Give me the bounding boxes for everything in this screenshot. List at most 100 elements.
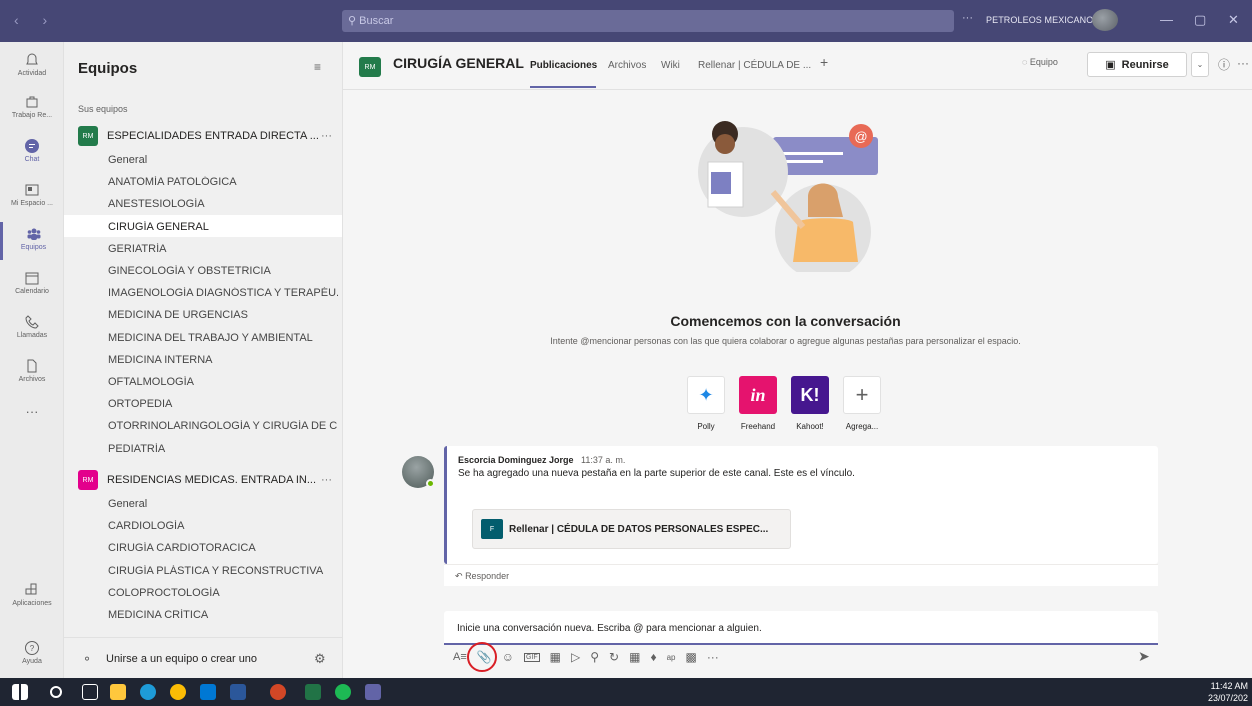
channel-item[interactable]: MEDICINA INTERNA — [108, 354, 338, 366]
rail-item-trabajo[interactable]: Trabajo Re... — [0, 94, 64, 119]
info-icon[interactable]: ⓘ — [1218, 56, 1230, 73]
search-icon[interactable] — [50, 686, 62, 698]
more-icon[interactable]: ··· — [707, 650, 719, 664]
add-tab-icon[interactable]: + — [820, 54, 828, 70]
tab-wiki[interactable]: Wiki — [661, 60, 680, 71]
more-icon[interactable]: ··· — [1237, 56, 1249, 70]
spotify-icon[interactable] — [335, 684, 351, 700]
chevron-down-icon[interactable]: ⌄ — [1191, 52, 1209, 77]
task-view-icon[interactable] — [82, 684, 98, 700]
gif-icon[interactable]: GIF — [523, 652, 540, 662]
card-label: Rellenar | CÉDULA DE DATOS PERSONALES ES… — [509, 523, 769, 535]
rail-item-ayuda[interactable]: ? Ayuda — [0, 640, 64, 665]
edge-icon[interactable] — [140, 684, 156, 700]
reply-button[interactable]: ↶ Responder — [444, 564, 1158, 586]
app-freehand[interactable]: in Freehand — [738, 376, 778, 431]
channel-item[interactable]: ORTOPEDIA — [108, 398, 338, 410]
channel-item[interactable]: MEDICINA CRÍTICA — [108, 609, 338, 621]
rail-label: Trabajo Re... — [11, 112, 53, 119]
meet-button[interactable]: ▣ Reunirse — [1087, 52, 1187, 77]
forms-small-icon[interactable]: ▩ — [685, 650, 696, 664]
kahoot-icon: K! — [791, 376, 829, 414]
loop-icon[interactable]: ↻ — [609, 650, 619, 664]
powerpoint-icon[interactable] — [270, 684, 286, 700]
rail-item-mi-espacio[interactable]: Mi Espacio ... — [0, 182, 64, 207]
channel-item[interactable]: CARDIOLOGÍA — [108, 520, 338, 532]
channel-item[interactable]: ANATOMÍA PATOLÓGICA — [108, 176, 338, 188]
channel-item[interactable]: GERIATRÍA — [108, 243, 338, 255]
clock[interactable]: 11:42 AM 23/07/202 — [1208, 680, 1248, 704]
avatar[interactable] — [1092, 9, 1118, 31]
tab-publicaciones[interactable]: Publicaciones — [530, 60, 597, 71]
channel-item[interactable]: MEDICINA DEL TRABAJO Y AMBIENTAL — [108, 332, 338, 344]
channel-item[interactable]: CIRUGÍA PLÁSTICA Y RECONSTRUCTIVA — [108, 565, 338, 577]
more-icon[interactable]: ··· — [962, 12, 973, 24]
format-icon[interactable]: A≡ — [453, 651, 467, 663]
tab-rellenar[interactable]: Rellenar | CÉDULA DE ... — [698, 60, 811, 71]
meet-now-icon[interactable]: ▷ — [571, 650, 580, 664]
channel-item[interactable]: CIRUGÍA GENERAL — [108, 221, 338, 233]
excel-icon[interactable] — [305, 684, 321, 700]
rail-item-calendario[interactable]: Calendario — [0, 270, 64, 295]
app-add[interactable]: + Agrega... — [842, 376, 882, 431]
compose-box[interactable]: Inicie una conversación nueva. Escriba @… — [444, 611, 1158, 645]
more-icon[interactable]: ··· — [321, 474, 332, 486]
maximize-icon[interactable]: ▢ — [1194, 12, 1206, 28]
channel-item[interactable]: IMAGENOLOGÍA DIAGNÓSTICA Y TERAPÉU... — [108, 287, 338, 299]
minimize-icon[interactable]: — — [1160, 12, 1173, 27]
app-polly[interactable]: ✦ Polly — [686, 376, 726, 431]
praise-icon[interactable]: ⚲ — [590, 650, 599, 664]
post-author[interactable]: Escorcia Dominguez Jorge — [458, 455, 574, 465]
chat-icon — [25, 139, 39, 153]
filter-icon[interactable]: ≡ — [314, 60, 321, 74]
evernote-icon[interactable]: ♦ — [650, 650, 656, 664]
team-residencias[interactable]: RM RESIDENCIAS MEDICAS. ENTRADA IN... ··… — [78, 469, 342, 491]
channel-item[interactable]: General — [108, 498, 338, 510]
channel-item[interactable]: MEDICINA DE URGENCIAS — [108, 309, 338, 321]
outlook-icon[interactable] — [200, 684, 216, 700]
channel-item[interactable]: COLOPROCTOLOGÍA — [108, 587, 338, 599]
app-kahoot[interactable]: K! Kahoot! — [790, 376, 830, 431]
rail-item-chat[interactable]: Chat — [0, 138, 64, 163]
tab-card[interactable]: F Rellenar | CÉDULA DE DATOS PERSONALES … — [472, 509, 791, 549]
teams-taskbar-icon[interactable] — [365, 684, 381, 700]
settings-icon[interactable]: ⚙ — [314, 651, 326, 667]
more-apps-icon[interactable]: ··· — [0, 404, 64, 419]
eye-icon: ◌ — [1022, 57, 1028, 67]
chrome-icon[interactable] — [170, 684, 186, 700]
team-button[interactable]: ◌ Equipo — [1022, 57, 1058, 67]
rail-item-archivos[interactable]: Archivos — [0, 358, 64, 383]
taskbar: 11:42 AM 23/07/202 — [0, 678, 1252, 706]
tab-archivos[interactable]: Archivos — [608, 60, 646, 71]
search-input[interactable]: ⚲ Buscar — [342, 10, 954, 32]
rail-item-aplicaciones[interactable]: Aplicaciones — [0, 582, 64, 607]
channel-item[interactable]: PEDIATRÍA — [108, 443, 338, 455]
rail-item-llamadas[interactable]: Llamadas — [0, 314, 64, 339]
nav-arrows[interactable]: ‹ › — [14, 12, 57, 28]
word-icon[interactable] — [230, 684, 246, 700]
file-explorer-icon[interactable] — [110, 684, 126, 700]
windows-start-icon[interactable] — [12, 684, 28, 700]
sticker-icon[interactable]: ▦ — [550, 650, 561, 664]
approvals-icon[interactable]: ap — [667, 653, 676, 662]
channel-item[interactable]: General — [108, 154, 338, 166]
rail-label: Actividad — [17, 70, 47, 77]
app-label: Kahoot! — [796, 422, 824, 431]
team-especialidades[interactable]: RM ESPECIALIDADES ENTRADA DIRECTA ... ··… — [78, 125, 342, 147]
more-icon[interactable]: ··· — [321, 130, 332, 142]
image-icon[interactable]: ▦ — [629, 650, 640, 664]
channel-item[interactable]: OTORRINOLARINGOLOGÍA Y CIRUGÍA DE C... — [108, 420, 338, 432]
close-icon[interactable]: ✕ — [1228, 12, 1239, 28]
active-tab-indicator — [530, 86, 596, 88]
join-team-link[interactable]: Unirse a un equipo o crear uno — [106, 653, 257, 665]
send-icon[interactable]: ➤ — [1138, 648, 1150, 665]
rail-item-equipos[interactable]: Equipos — [0, 222, 64, 260]
channel-item[interactable]: CIRUGÍA CARDIOTORACICA — [108, 542, 338, 554]
file-icon — [27, 359, 37, 373]
channel-item[interactable]: OFTALMOLOGÍA — [108, 376, 338, 388]
rail-item-actividad[interactable]: Actividad — [0, 52, 64, 77]
channel-item[interactable]: ANESTESIOLOGÍA — [108, 198, 338, 210]
emoji-icon[interactable]: ☺ — [502, 650, 514, 664]
status-badge — [426, 479, 435, 488]
channel-item[interactable]: GINECOLOGÍA Y OBSTETRICIA — [108, 265, 338, 277]
